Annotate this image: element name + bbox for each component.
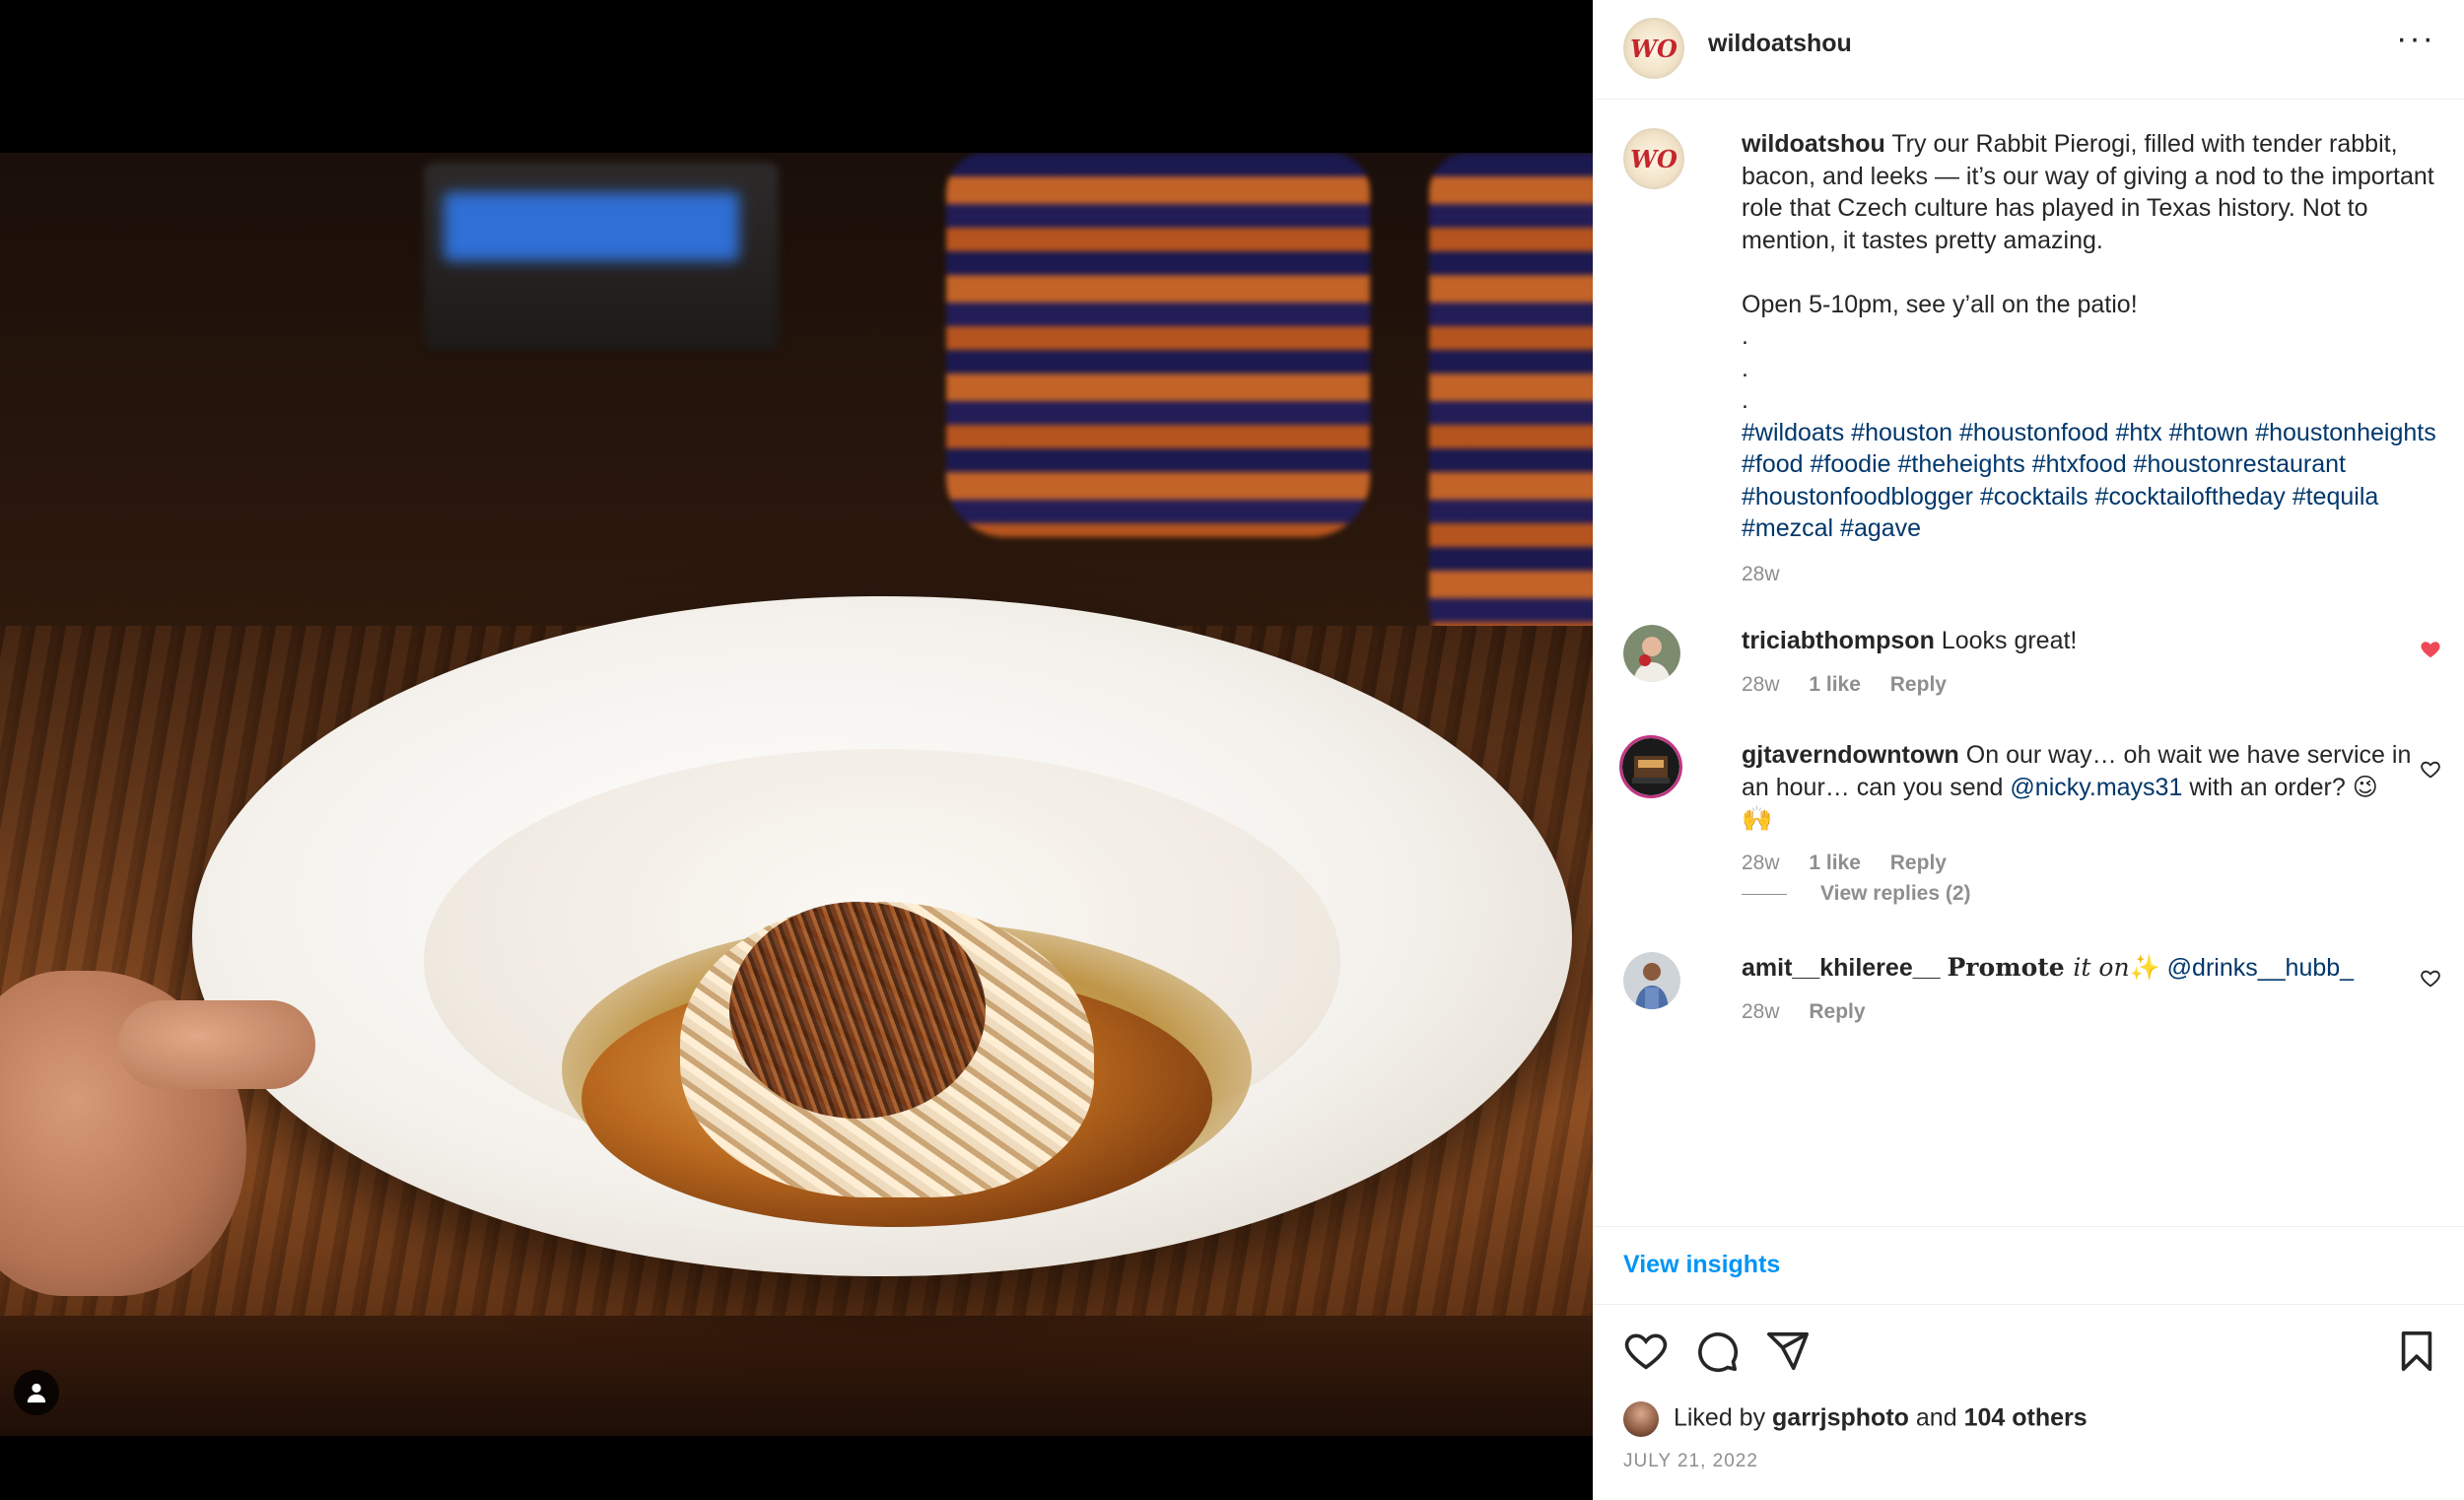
liker-username[interactable]: garrjsphoto (1772, 1404, 1909, 1432)
post-date[interactable]: JULY 21, 2022 (1623, 1451, 1758, 1472)
post-header: WO wildoatshou ··· (1594, 0, 2464, 100)
caption-avatar[interactable]: WO (1623, 128, 1684, 189)
logo-text: WO (1630, 34, 1677, 63)
heart-icon[interactable] (2420, 759, 2441, 781)
post-media[interactable] (0, 0, 1593, 1500)
comment-time[interactable]: 28w (1742, 1000, 1780, 1023)
comment-mention[interactable]: @drinks__hubb_ (2167, 954, 2354, 982)
likes-others-link[interactable]: 104 others (1964, 1404, 2088, 1432)
commenter-avatar[interactable] (1623, 625, 1680, 682)
liked-and: and (1915, 1403, 1957, 1432)
comment-username[interactable]: gjtaverndowntown (1742, 741, 1959, 769)
logo-text: WO (1630, 144, 1677, 173)
liker-avatar[interactable] (1623, 1401, 1659, 1437)
fried-shallots (729, 902, 986, 1119)
liked-heart-icon[interactable] (2420, 639, 2441, 660)
divider-line (1742, 893, 1787, 895)
background-bottle (424, 163, 779, 350)
comment-icon[interactable] (1694, 1329, 1740, 1374)
user-icon (27, 1383, 46, 1403)
comment-likes[interactable]: 1 like (1809, 673, 1861, 696)
view-replies-label: View replies (2) (1820, 882, 1971, 905)
comment-text: Promote (1947, 953, 2074, 982)
share-icon[interactable] (1765, 1329, 1811, 1374)
heart-icon[interactable] (1623, 1329, 1669, 1374)
comment-time[interactable]: 28w (1742, 852, 1780, 874)
comment-username[interactable]: amit__khileree__ (1742, 954, 1941, 982)
tagged-people-button[interactable] (14, 1370, 59, 1415)
reply-button[interactable]: Reply (1809, 1000, 1865, 1023)
view-replies-button[interactable]: View replies (2) (1742, 882, 1971, 906)
profile-avatar[interactable]: WO (1623, 18, 1684, 79)
reply-button[interactable]: Reply (1890, 852, 1947, 874)
view-replies-row: View replies (2) (1623, 882, 2441, 921)
comment-username[interactable]: triciabthompson (1742, 627, 1935, 654)
comment-text-italic: it on (2073, 953, 2130, 982)
comment-mention[interactable]: @nicky.mays31 (2010, 774, 2182, 801)
post-photo (0, 153, 1593, 1436)
comment-meta: 28w 1 like Reply (1742, 848, 2412, 880)
liked-by-prefix: Liked by (1673, 1403, 1766, 1432)
comment-likes[interactable]: 1 like (1809, 852, 1861, 874)
heart-icon[interactable] (2420, 968, 2441, 989)
reply-button[interactable]: Reply (1890, 673, 1947, 696)
thumb (118, 1000, 315, 1089)
caption-time[interactable]: 28w (1742, 559, 2441, 591)
background-jar (1429, 153, 1593, 665)
post-actions: Liked by garrjsphoto and 104 others JULY… (1594, 1303, 2464, 1500)
header-username[interactable]: wildoatshou (1708, 30, 1852, 58)
caption-dot: . (1742, 322, 1748, 350)
caption-dot: . (1742, 386, 1748, 414)
comment-time[interactable]: 28w (1742, 673, 1780, 696)
caption-text: wildoatshou Try our Rabbit Pierogi, fill… (1742, 128, 2441, 590)
table-edge (0, 1316, 1593, 1436)
caption-username[interactable]: wildoatshou (1742, 130, 1885, 158)
comment-text: Looks great! (1941, 627, 2078, 654)
caption-hours: Open 5-10pm, see y’all on the patio! (1742, 290, 2138, 318)
background-jar (946, 153, 1370, 537)
caption-dot: . (1742, 354, 1748, 382)
comments-area[interactable]: WO wildoatshou Try our Rabbit Pierogi, f… (1594, 99, 2464, 1222)
comment-meta: 28w Reply (1742, 996, 2412, 1029)
liked-by: Liked by garrjsphoto and 104 others (1623, 1401, 2088, 1437)
insights-bar: View insights (1594, 1226, 2464, 1305)
comment-meta: 28w 1 like Reply (1742, 669, 2412, 702)
commenter-avatar[interactable] (1619, 735, 1682, 798)
more-options-icon[interactable]: ··· (2396, 22, 2435, 55)
sparkle-emoji: ✨ (2129, 954, 2160, 982)
save-icon[interactable] (2394, 1329, 2439, 1374)
view-insights-link[interactable]: View insights (1623, 1251, 1780, 1279)
post-sidebar: WO wildoatshou ··· WO wildoatshou Try ou… (1593, 0, 2464, 1500)
caption-hashtags[interactable]: #wildoats #houston #houstonfood #htx #ht… (1742, 417, 2441, 545)
commenter-avatar[interactable] (1623, 952, 1680, 1009)
